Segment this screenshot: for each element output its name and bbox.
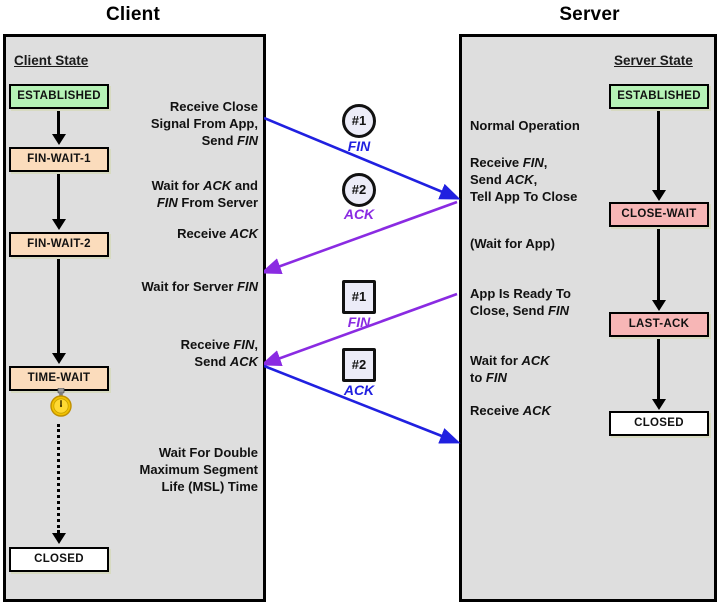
client-note-line: Wait for ACK and [151, 178, 258, 193]
server-state-established: ESTABLISHED [609, 84, 709, 109]
message-label-2-ack: ACK [343, 206, 375, 222]
server-note-line: Wait for ACK [470, 353, 550, 368]
server-note-app-ready-send-fin: App Is Ready To Close, Send FIN [470, 285, 612, 319]
client-note-wait-for-server-fin: Wait for Server FIN [100, 278, 258, 295]
server-note-line: Send ACK, [470, 172, 538, 187]
message-marker-4-ack: #2 [342, 348, 376, 382]
client-state-fin-wait-1: FIN-WAIT-1 [9, 147, 109, 172]
client-state-fin-wait-2: FIN-WAIT-2 [9, 232, 109, 257]
message-marker-2-ack: #2 [342, 173, 376, 207]
message-label-1-fin: FIN [347, 138, 371, 154]
server-state-heading: Server State [614, 53, 693, 68]
server-state-close-wait: CLOSE-WAIT [609, 202, 709, 227]
client-note-line: Maximum Segment [139, 462, 258, 477]
server-note-line: Normal Operation [470, 118, 580, 133]
client-note-line: Send FIN [201, 133, 258, 148]
client-note-line: Receive Close [169, 99, 258, 114]
client-note-wait-for-ack-fin: Wait for ACK and FIN From Server [110, 177, 258, 211]
server-state-last-ack: LAST-ACK [609, 312, 709, 337]
client-note-line: Receive ACK [177, 226, 258, 241]
server-note-wait-for-app: (Wait for App) [470, 235, 610, 252]
client-note-line: FIN From Server [156, 195, 258, 210]
client-arrow-established-to-finwait1 [52, 111, 66, 145]
client-note-receive-fin-send-ack: Receive FIN, Send ACK [110, 336, 258, 370]
client-note-line: Life (MSL) Time [161, 479, 258, 494]
message-label-4-ack: ACK [343, 382, 375, 398]
client-title: Client [106, 4, 160, 25]
server-note-line: Receive FIN, [470, 155, 548, 170]
server-note-line: Close, Send FIN [470, 303, 569, 318]
server-note-line: (Wait for App) [470, 236, 555, 251]
message-label-3-fin: FIN [347, 314, 371, 330]
server-arrow-established-to-closewait [652, 111, 666, 201]
server-note-receive-ack: Receive ACK [470, 402, 610, 419]
client-arrow-finwait1-to-finwait2 [52, 174, 66, 230]
client-note-line: Wait For Double [158, 445, 258, 460]
stopwatch-icon [50, 388, 72, 417]
client-state-heading: Client State [14, 53, 89, 68]
server-state-closed: CLOSED [609, 411, 709, 436]
client-note-receive-close-signal: Receive Close Signal From App, Send FIN [110, 98, 258, 149]
server-note-normal-operation: Normal Operation [470, 117, 610, 134]
server-note-receive-fin-send-ack: Receive FIN, Send ACK, Tell App To Close [470, 154, 612, 205]
message-marker-3-fin: #1 [342, 280, 376, 314]
client-arrow-timewait-to-closed [52, 424, 66, 544]
client-note-line: Receive FIN, [180, 337, 258, 352]
client-note-receive-ack: Receive ACK [110, 225, 258, 242]
server-note-line: Receive ACK [470, 403, 551, 418]
server-note-line: to FIN [470, 370, 507, 385]
server-note-line: App Is Ready To [470, 286, 571, 301]
client-note-line: Signal From App, [150, 116, 258, 131]
diagram-canvas: Client Server Client State ESTABLISHED F… [0, 0, 720, 605]
server-note-line: Tell App To Close [470, 189, 578, 204]
server-arrow-closewait-to-lastack [652, 229, 666, 311]
server-title: Server [559, 4, 620, 25]
client-note-line: Wait for Server FIN [141, 279, 258, 294]
client-state-established: ESTABLISHED [9, 84, 109, 109]
server-arrow-lastack-to-closed [652, 339, 666, 410]
client-note-line: Send ACK [194, 354, 258, 369]
server-note-wait-for-ack-to-fin: Wait for ACK to FIN [470, 352, 610, 386]
client-state-closed: CLOSED [9, 547, 109, 572]
client-arrow-finwait2-to-timewait [52, 259, 66, 364]
client-note-wait-double-msl: Wait For Double Maximum Segment Life (MS… [100, 444, 258, 495]
message-marker-1-fin: #1 [342, 104, 376, 138]
